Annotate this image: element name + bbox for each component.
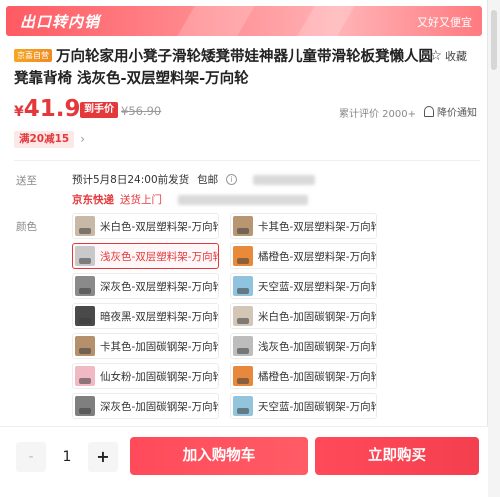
info-icon[interactable]: i bbox=[226, 174, 238, 185]
variant-label: 暗夜黑-双层塑料架-万向轮 bbox=[100, 310, 219, 323]
variant-label: 仙女粉-加固碳钢架-万向轮 bbox=[100, 370, 219, 383]
variant-thumbnail bbox=[233, 276, 253, 296]
variant-option[interactable]: 卡其色-双层塑料架-万向轮 bbox=[230, 213, 377, 239]
self-operated-badge: 京喜自营 bbox=[14, 49, 52, 62]
blurred-text bbox=[178, 194, 308, 205]
variant-option[interactable]: 橘橙色-加固碳钢架-万向轮 bbox=[230, 363, 377, 389]
variant-option[interactable]: 天空蓝-双层塑料架-万向轮 bbox=[230, 273, 377, 299]
shipping-info: 预计5月8日24:00前发货 包邮 i bbox=[72, 172, 316, 187]
variant-thumbnail bbox=[233, 396, 253, 416]
coupon-badge[interactable]: 满20减15 bbox=[14, 130, 75, 148]
price-value: 41.9 bbox=[23, 96, 81, 122]
notify-label: 降价通知 bbox=[437, 108, 477, 119]
current-price: ¥41.9 bbox=[14, 96, 81, 122]
color-label: 颜色 bbox=[16, 221, 37, 233]
favorite-button[interactable]: ☆ 收藏 bbox=[429, 48, 467, 64]
variant-option[interactable]: 浅灰色-双层塑料架-万向轮 bbox=[72, 243, 219, 269]
variant-label: 橘橙色-加固碳钢架-万向轮 bbox=[258, 370, 377, 383]
variant-label: 深灰色-双层塑料架-万向轮 bbox=[100, 280, 219, 293]
star-icon: ☆ bbox=[429, 48, 442, 64]
add-to-cart-button[interactable]: 加入购物车 bbox=[130, 437, 308, 475]
variant-option[interactable]: 深灰色-双层塑料架-万向轮 bbox=[72, 273, 219, 299]
divider bbox=[14, 160, 480, 161]
banner-decoration bbox=[297, 6, 355, 36]
variant-option[interactable]: 米白色-双层塑料架-万向轮 bbox=[72, 213, 219, 239]
banner-decoration bbox=[177, 6, 255, 36]
variant-label: 卡其色-双层塑料架-万向轮 bbox=[258, 220, 377, 233]
banner-slogan: 又好又便宜 bbox=[417, 16, 472, 29]
buy-now-button[interactable]: 立即购买 bbox=[315, 437, 479, 475]
review-count[interactable]: 累计评价 2000+ bbox=[339, 105, 416, 120]
free-shipping: 包邮 bbox=[197, 174, 219, 186]
variant-option[interactable]: 米白色-加固碳钢架-万向轮 bbox=[230, 303, 377, 329]
door-delivery: 送货上门 bbox=[120, 194, 162, 206]
variant-option[interactable]: 暗夜黑-双层塑料架-万向轮 bbox=[72, 303, 219, 329]
price-drop-notify-button[interactable]: 降价通知 bbox=[424, 104, 477, 119]
currency-symbol: ¥ bbox=[14, 104, 24, 120]
variant-thumbnail bbox=[75, 396, 95, 416]
quantity-decrease-button[interactable]: - bbox=[16, 442, 46, 472]
variant-label: 米白色-双层塑料架-万向轮 bbox=[100, 220, 219, 233]
variant-option[interactable]: 天空蓝-加固碳钢架-万向轮 bbox=[230, 393, 377, 419]
bottom-action-bar: - 1 + 加入购物车 立即购买 bbox=[0, 426, 488, 497]
variant-label: 卡其色-加固碳钢架-万向轮 bbox=[100, 340, 219, 353]
carrier-info: 京东快递 送货上门 bbox=[72, 192, 308, 207]
variant-thumbnail bbox=[233, 246, 253, 266]
variant-label: 天空蓝-双层塑料架-万向轮 bbox=[258, 280, 377, 293]
variant-option[interactable]: 橘橙色-双层塑料架-万向轮 bbox=[230, 243, 377, 269]
variant-thumbnail bbox=[75, 366, 95, 386]
delivery-label: 送至 bbox=[16, 175, 37, 187]
variant-thumbnail bbox=[75, 216, 95, 236]
price-row: ¥41.9 到手价 ¥56.90 累计评价 2000+ 降价通知 bbox=[14, 96, 480, 126]
blurred-address[interactable] bbox=[253, 174, 316, 185]
variant-thumbnail bbox=[233, 366, 253, 386]
coupon-row[interactable]: 满20减15 › bbox=[14, 130, 85, 148]
variant-label: 浅灰色-加固碳钢架-万向轮 bbox=[258, 340, 377, 353]
quantity-value[interactable]: 1 bbox=[52, 442, 82, 472]
variant-option[interactable]: 浅灰色-加固碳钢架-万向轮 bbox=[230, 333, 377, 359]
variant-label: 浅灰色-双层塑料架-万向轮 bbox=[100, 250, 219, 263]
variant-label: 米白色-加固碳钢架-万向轮 bbox=[258, 310, 377, 323]
variant-thumbnail bbox=[75, 336, 95, 356]
quantity-increase-button[interactable]: + bbox=[88, 442, 118, 472]
arrival-price-tag: 到手价 bbox=[80, 102, 118, 118]
variant-thumbnail bbox=[75, 276, 95, 296]
variant-thumbnail bbox=[233, 306, 253, 326]
scrollbar-thumb[interactable] bbox=[491, 10, 497, 70]
variant-thumbnail bbox=[75, 246, 95, 266]
carrier-name: 京东快递 bbox=[72, 194, 114, 206]
favorite-label: 收藏 bbox=[445, 50, 467, 63]
variant-option[interactable]: 仙女粉-加固碳钢架-万向轮 bbox=[72, 363, 219, 389]
ship-eta: 预计5月8日24:00前发货 bbox=[72, 174, 190, 186]
variant-thumbnail bbox=[75, 306, 95, 326]
product-title-text: 万向轮家用小凳子滑轮矮凳带娃神器儿童带滑轮板凳懒人圆凳靠背椅 浅灰色-双层塑料架… bbox=[14, 49, 433, 87]
variant-option[interactable]: 卡其色-加固碳钢架-万向轮 bbox=[72, 333, 219, 359]
original-price: ¥56.90 bbox=[121, 104, 162, 118]
variant-thumbnail bbox=[233, 216, 253, 236]
product-title: 京喜自营 万向轮家用小凳子滑轮矮凳带娃神器儿童带滑轮板凳懒人圆凳靠背椅 浅灰色-双… bbox=[14, 46, 434, 90]
variant-label: 橘橙色-双层塑料架-万向轮 bbox=[258, 250, 377, 263]
variant-option[interactable]: 深灰色-加固碳钢架-万向轮 bbox=[72, 393, 219, 419]
product-panel: 出口转内销 又好又便宜 京喜自营 万向轮家用小凳子滑轮矮凳带娃神器儿童带滑轮板凳懒… bbox=[0, 0, 488, 497]
banner-title: 出口转内销 bbox=[20, 13, 101, 31]
variant-label: 深灰色-加固碳钢架-万向轮 bbox=[100, 400, 219, 413]
bell-icon bbox=[424, 106, 434, 117]
promo-banner: 出口转内销 又好又便宜 bbox=[6, 6, 482, 36]
scrollbar[interactable] bbox=[488, 0, 500, 497]
variant-thumbnail bbox=[233, 336, 253, 356]
chevron-right-icon[interactable]: › bbox=[80, 132, 85, 146]
variant-label: 天空蓝-加固碳钢架-万向轮 bbox=[258, 400, 377, 413]
